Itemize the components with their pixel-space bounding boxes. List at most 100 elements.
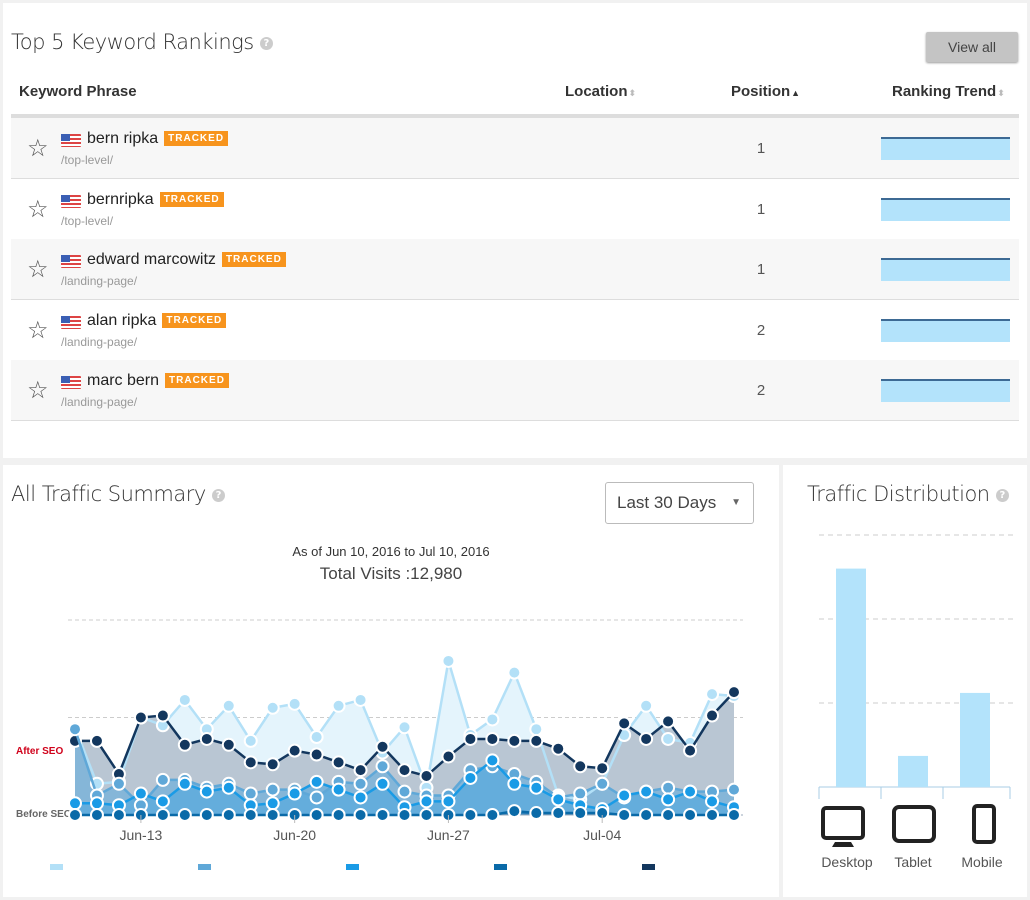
data-point bbox=[221, 808, 236, 822]
data-point bbox=[683, 808, 698, 822]
data-point bbox=[287, 743, 302, 758]
keyword-url: /landing-page/ bbox=[61, 395, 138, 409]
data-point bbox=[617, 788, 632, 803]
star-icon[interactable]: ☆ bbox=[27, 318, 49, 343]
data-point bbox=[639, 731, 654, 746]
star-icon[interactable]: ☆ bbox=[27, 197, 49, 222]
data-point bbox=[485, 753, 500, 768]
column-keyword-phrase[interactable]: Keyword Phrase bbox=[19, 83, 137, 100]
desktop-label: Desktop bbox=[821, 854, 873, 870]
traffic-distribution-panel: Traffic Distribution? Desktop Tablet Mob… bbox=[783, 465, 1027, 897]
position-value: 2 bbox=[756, 321, 766, 339]
data-point bbox=[68, 796, 82, 811]
data-point bbox=[463, 808, 478, 822]
data-point bbox=[705, 794, 720, 809]
data-point bbox=[243, 786, 258, 801]
data-point bbox=[199, 808, 214, 822]
traffic-area-chart: Jun-13 Jun-20 Jun-27 Jul-04 bbox=[50, 619, 743, 870]
column-position[interactable]: Position▲ bbox=[731, 83, 800, 100]
position-value: 1 bbox=[756, 200, 766, 218]
data-point bbox=[507, 776, 522, 791]
data-point bbox=[617, 716, 632, 731]
data-point bbox=[551, 806, 566, 821]
data-point bbox=[89, 808, 104, 822]
data-point bbox=[331, 782, 346, 797]
data-point bbox=[529, 722, 544, 737]
traffic-summary-panel: All Traffic Summary? Last 30 Days ▼ As of… bbox=[3, 465, 779, 897]
data-point bbox=[155, 708, 170, 723]
data-point bbox=[177, 692, 192, 707]
data-point bbox=[265, 700, 280, 715]
ranking-trend-sparkline bbox=[881, 379, 1010, 402]
data-point bbox=[441, 794, 456, 809]
data-point bbox=[375, 739, 390, 754]
data-point bbox=[463, 770, 478, 785]
legend-swatch bbox=[494, 864, 507, 870]
traffic-distribution-chart bbox=[818, 534, 1013, 847]
x-tick-label: Jun-13 bbox=[119, 827, 162, 843]
keyword-phrase: marc bern TRACKED bbox=[87, 372, 229, 390]
data-point bbox=[221, 698, 236, 713]
data-point bbox=[441, 653, 456, 668]
keyword-phrase: edward marcowitz TRACKED bbox=[87, 251, 286, 269]
data-point bbox=[727, 685, 741, 700]
data-point bbox=[661, 808, 676, 822]
tracked-badge: TRACKED bbox=[164, 131, 229, 146]
keyword-text: alan ripka bbox=[87, 311, 157, 329]
data-point bbox=[507, 665, 522, 680]
data-point bbox=[243, 808, 258, 822]
keyword-url: /top-level/ bbox=[61, 213, 114, 228]
us-flag-icon bbox=[61, 134, 81, 147]
data-point bbox=[375, 776, 390, 791]
star-icon[interactable]: ☆ bbox=[27, 137, 49, 161]
ranking-trend-sparkline bbox=[881, 197, 1010, 221]
star-icon[interactable]: ☆ bbox=[27, 379, 49, 403]
column-label: Position bbox=[731, 83, 791, 100]
star-icon[interactable]: ☆ bbox=[27, 258, 49, 282]
table-row[interactable]: ☆ bernripka TRACKED /top-level/ 1 bbox=[11, 179, 1019, 240]
sort-icon: ⬍ bbox=[628, 88, 637, 98]
data-point bbox=[199, 784, 214, 799]
column-label: Location bbox=[565, 83, 628, 100]
question-circle-icon[interactable]: ? bbox=[259, 36, 273, 50]
tracked-badge: TRACKED bbox=[221, 252, 286, 267]
data-point bbox=[441, 749, 456, 764]
table-row[interactable]: ☆ edward marcowitz TRACKED /landing-page/… bbox=[11, 239, 1019, 300]
view-all-button[interactable]: View all bbox=[926, 32, 1018, 62]
data-point bbox=[221, 780, 236, 795]
data-point bbox=[595, 761, 610, 776]
table-row[interactable]: ☆ alan ripka TRACKED /landing-page/ 2 bbox=[11, 300, 1019, 361]
tracked-badge: TRACKED bbox=[165, 373, 229, 388]
sort-ascending-icon: ▲ bbox=[791, 88, 801, 98]
data-point bbox=[485, 712, 500, 727]
data-point bbox=[529, 780, 544, 795]
data-point bbox=[155, 794, 170, 809]
data-point bbox=[353, 763, 368, 778]
column-label: Ranking Trend bbox=[892, 83, 997, 100]
data-point bbox=[485, 808, 500, 822]
data-point bbox=[309, 730, 324, 744]
data-point bbox=[265, 782, 280, 797]
keyword-url: /landing-page/ bbox=[61, 274, 138, 288]
data-point bbox=[375, 759, 390, 774]
position-value: 1 bbox=[756, 261, 766, 278]
x-tick-label: Jun-27 bbox=[427, 827, 470, 843]
title-text: Top 5 Keyword Rankings bbox=[11, 30, 254, 54]
table-row[interactable]: ☆ marc bern TRACKED /landing-page/ 2 bbox=[11, 360, 1019, 421]
data-point bbox=[243, 733, 258, 748]
data-point bbox=[221, 737, 236, 752]
data-point bbox=[661, 731, 676, 746]
data-point bbox=[639, 808, 654, 822]
data-point bbox=[595, 776, 610, 791]
keyword-rankings-title: Top 5 Keyword Rankings? bbox=[11, 30, 273, 54]
column-location[interactable]: Location⬍ bbox=[565, 83, 636, 100]
data-point bbox=[265, 757, 280, 772]
table-row[interactable]: ☆ bern ripka TRACKED /top-level/ 1 bbox=[11, 118, 1019, 179]
data-point bbox=[68, 722, 82, 737]
keyword-url: /top-level/ bbox=[61, 153, 114, 167]
legend-swatch bbox=[198, 864, 211, 870]
data-point bbox=[309, 790, 324, 805]
sort-icon: ⬍ bbox=[997, 88, 1005, 98]
data-point bbox=[661, 792, 676, 807]
column-ranking-trend[interactable]: Ranking Trend⬍ bbox=[892, 83, 1005, 100]
